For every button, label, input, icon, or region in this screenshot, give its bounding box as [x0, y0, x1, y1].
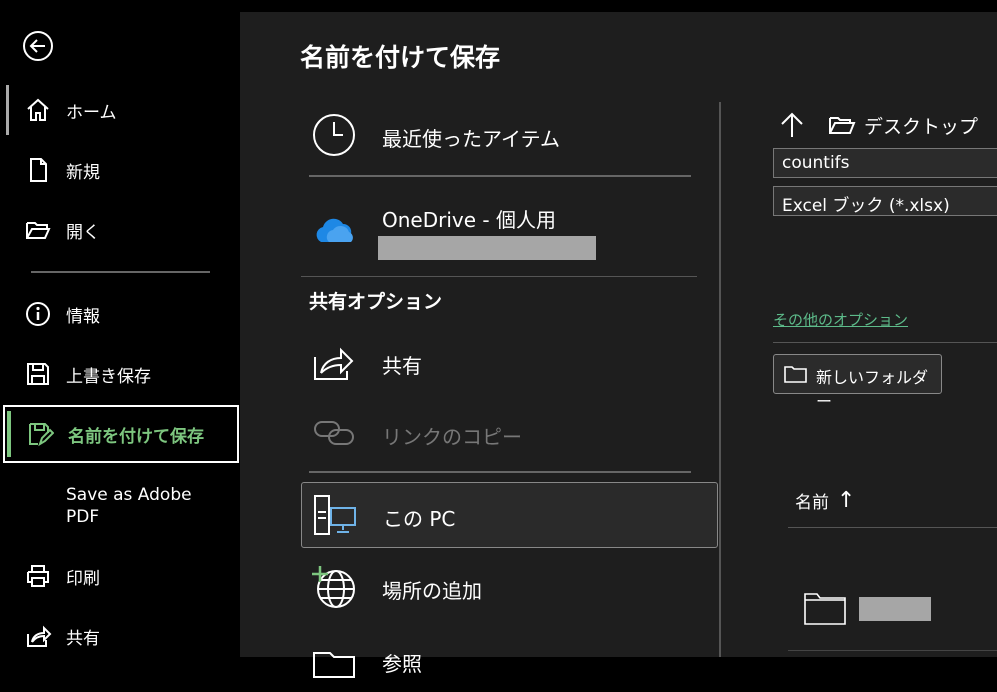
pane-divider [719, 102, 721, 657]
panel-divider [773, 342, 997, 343]
save-as-icon [29, 423, 54, 447]
location-divider [309, 175, 691, 177]
location-recent[interactable]: 最近使ったアイテム [301, 103, 718, 167]
globe-add-icon [312, 566, 355, 608]
sidebar-item-save[interactable]: 上書き保存 [0, 345, 240, 403]
location-this-pc[interactable]: この PC [301, 482, 718, 548]
folder-icon [784, 366, 807, 383]
list-item[interactable] [788, 580, 997, 640]
folder-icon [804, 593, 846, 625]
location-label: リンクのコピー [382, 425, 522, 449]
computer-icon [314, 495, 356, 535]
home-icon [27, 98, 49, 121]
filetype-select[interactable]: Excel ブック (*.xlsx) [773, 186, 997, 216]
sidebar-item-label: 上書き保存 [66, 366, 151, 387]
location-copy-link[interactable]: リンクのコピー [301, 401, 718, 465]
sidebar-item-label: 新規 [66, 162, 100, 183]
location-label: 共有 [382, 354, 422, 378]
column-header-name[interactable]: 名前 ↑ [795, 486, 855, 514]
sidebar-item-label: 名前を付けて保存 [68, 426, 204, 447]
sidebar-item-label: ホーム [66, 102, 117, 123]
breadcrumb[interactable]: デスクトップ [828, 110, 978, 140]
link-icon [314, 421, 354, 445]
sort-ascending-icon: ↑ [837, 487, 856, 513]
location-add-place[interactable]: 場所の追加 [301, 555, 718, 619]
clock-icon [313, 114, 355, 156]
new-document-icon [30, 158, 47, 182]
location-label: 場所の追加 [382, 579, 482, 603]
location-share[interactable]: 共有 [301, 330, 718, 394]
new-folder-button[interactable]: 新しいフォルダー [773, 354, 942, 411]
onedrive-cloud-icon [316, 218, 353, 242]
sidebar-item-share[interactable]: 共有 [0, 607, 240, 665]
redacted-folder-name [859, 597, 931, 621]
location-label: この PC [383, 507, 456, 531]
back-arrow-icon [23, 31, 53, 61]
sidebar-item-print[interactable]: 印刷 [0, 547, 240, 605]
share-icon [27, 625, 52, 647]
redacted-account-email [378, 236, 596, 260]
breadcrumb-folder: デスクトップ [864, 115, 979, 138]
sidebar-item-label: 共有 [66, 628, 100, 649]
location-label: 最近使ったアイテム [382, 127, 560, 151]
location-browse[interactable]: 参照 [301, 628, 718, 692]
sidebar-item-label: 印刷 [66, 568, 100, 589]
up-folder-button[interactable] [778, 110, 806, 140]
sidebar-item-save-as-pdf[interactable]: Save as Adobe PDF [66, 484, 216, 528]
info-icon [26, 302, 50, 326]
list-row-divider [788, 650, 997, 651]
sidebar-item-label: Save as Adobe PDF [66, 485, 192, 527]
filename-input[interactable]: countifs [773, 148, 997, 178]
active-indicator-bar [7, 411, 11, 457]
save-icon [27, 363, 49, 385]
printer-icon [27, 565, 49, 587]
sidebar-item-info[interactable]: 情報 [0, 285, 240, 343]
sidebar-item-home[interactable]: ホーム [0, 81, 240, 139]
folder-open-icon [829, 117, 856, 134]
shared-options-header: 共有オプション [309, 291, 443, 313]
new-folder-label: 新しいフォルダー [816, 368, 929, 411]
location-label: 参照 [382, 652, 422, 676]
page-title: 名前を付けて保存 [300, 43, 501, 72]
location-label: OneDrive - 個人用 [382, 208, 556, 232]
sidebar-item-label: 情報 [66, 306, 100, 327]
sidebar-divider [31, 271, 210, 273]
back-button[interactable] [22, 30, 54, 62]
open-folder-icon [26, 222, 51, 239]
top-strip [240, 0, 997, 12]
location-divider [309, 471, 691, 473]
sidebar-item-new[interactable]: 新規 [0, 141, 240, 199]
sidebar-item-save-as[interactable]: 名前を付けて保存 [3, 405, 239, 463]
sidebar-item-open[interactable]: 開く [0, 201, 240, 259]
location-divider [301, 276, 697, 277]
share-icon [314, 347, 354, 380]
folder-icon [313, 652, 355, 678]
location-onedrive[interactable]: OneDrive - 個人用 [301, 196, 718, 266]
more-options-link[interactable]: その他のオプション [773, 309, 908, 330]
list-header-divider [788, 527, 997, 528]
sidebar-item-label: 開く [66, 222, 100, 243]
arrow-up-icon [781, 112, 803, 137]
column-header-label: 名前 [795, 492, 829, 513]
